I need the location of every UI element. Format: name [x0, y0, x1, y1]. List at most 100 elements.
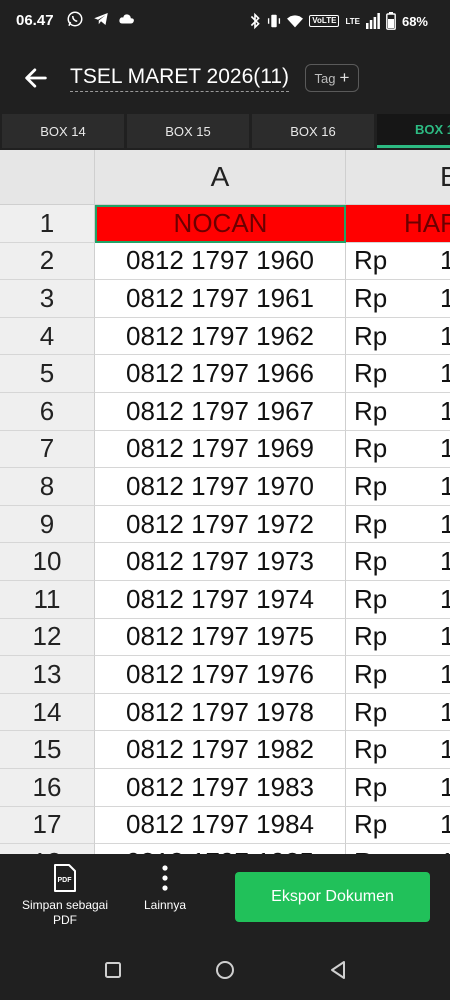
table-row: 14 0812 1797 1978 Rp 1	[0, 693, 450, 732]
table-row: 15 0812 1797 1982 Rp 1	[0, 731, 450, 769]
back-arrow-icon[interactable]	[22, 64, 50, 92]
back-nav-icon[interactable]	[326, 958, 350, 982]
row-number[interactable]: 1	[0, 205, 95, 243]
cell-nocan[interactable]: 0812 1797 1983	[95, 769, 346, 807]
svg-text:PDF: PDF	[58, 877, 73, 884]
cell-nocan[interactable]: 0812 1797 1960	[95, 242, 346, 281]
cell-nocan[interactable]: 0812 1797 1962	[95, 317, 346, 356]
currency-label: Rp	[354, 245, 388, 276]
cell-nocan-header[interactable]: NOCAN	[95, 205, 346, 243]
cell-harga[interactable]: Rp 1	[346, 243, 450, 281]
price-value: 1	[440, 395, 450, 426]
table-row: 180812 1797 1985 Rp 1	[0, 844, 450, 854]
cell-nocan[interactable]: 0812 1797 1972	[95, 505, 346, 544]
cell-nocan[interactable]: 0812 1797 1970	[95, 468, 346, 506]
cell-nocan[interactable]: 0812 1797 1985	[95, 844, 346, 854]
cell-harga[interactable]: Rp 1	[346, 355, 450, 393]
bottom-toolbar: PDF Simpan sebagai PDF Lainnya Ekspor Do…	[0, 854, 450, 938]
cell-nocan[interactable]: 0812 1797 1973	[95, 543, 346, 581]
cell-harga[interactable]: Rp 1	[346, 844, 450, 854]
cell-harga[interactable]: Rp 1	[346, 318, 450, 356]
tag-label: Tag	[314, 70, 336, 86]
home-icon[interactable]	[213, 958, 237, 982]
cell-nocan[interactable]: 0812 1797 1982	[95, 731, 346, 769]
currency-label: Rp	[354, 546, 388, 577]
notification-icons	[66, 10, 136, 28]
cell-har-header[interactable]: HAR	[346, 205, 450, 243]
spreadsheet-grid[interactable]: A B 1 NOCAN HAR 2 0812 1797 1960 Rp 1 3 0812 …	[0, 150, 450, 854]
tab-box-16[interactable]: BOX 16	[252, 114, 374, 148]
price-value: 1	[440, 658, 450, 689]
lte-label: LTE	[345, 16, 360, 26]
tab-label: BOX 14	[40, 123, 86, 139]
cell-nocan[interactable]: 0812 1797 1966	[95, 355, 346, 393]
row-number[interactable]: 9	[0, 505, 95, 544]
status-time: 06.47	[16, 12, 54, 29]
tab-box-14[interactable]: BOX 14	[2, 114, 124, 148]
row-number[interactable]: 17	[0, 806, 95, 845]
row-number[interactable]: 14	[0, 693, 95, 732]
column-header-b[interactable]: B	[346, 150, 450, 205]
currency-label: Rp	[354, 433, 388, 464]
cell-nocan[interactable]: 0812 1797 1978	[95, 693, 346, 732]
save-as-pdf-button[interactable]: PDF Simpan sebagai PDF	[16, 864, 114, 934]
more-button[interactable]: Lainnya	[130, 864, 200, 924]
cell-harga[interactable]: Rp 1	[346, 581, 450, 619]
row-number[interactable]: 16	[0, 769, 95, 807]
cell-harga[interactable]: Rp 1	[346, 769, 450, 807]
cell-nocan[interactable]: 0812 1797 1961	[95, 280, 346, 318]
cell-nocan[interactable]: 0812 1797 1976	[95, 656, 346, 694]
row-number[interactable]: 15	[0, 731, 95, 769]
tag-button[interactable]: Tag +	[305, 64, 359, 92]
cell-nocan[interactable]: 0812 1797 1984	[95, 806, 346, 845]
table-row: 16 0812 1797 1983 Rp 1	[0, 769, 450, 807]
tab-box-active[interactable]: BOX 1	[377, 114, 450, 148]
status-bar: 06.47 VoLTE LTE 68%	[0, 0, 450, 44]
cell-harga[interactable]: Rp 1	[346, 468, 450, 506]
table-row: 12 0812 1797 1975 Rp 1	[0, 618, 450, 657]
row-number[interactable]: 12	[0, 618, 95, 657]
cell-harga[interactable]: Rp 1	[346, 431, 450, 469]
export-document-button[interactable]: Ekspor Dokumen	[235, 872, 430, 922]
row-number[interactable]: 5	[0, 355, 95, 393]
price-value: 1	[440, 847, 450, 854]
table-row: 5 0812 1797 1966 Rp 1	[0, 355, 450, 393]
row-number[interactable]: 13	[0, 656, 95, 694]
tab-label: BOX 15	[165, 123, 211, 139]
row-number[interactable]: 11	[0, 581, 95, 619]
cell-nocan[interactable]: 0812 1797 1969	[95, 430, 346, 469]
cell-nocan[interactable]: 0812 1797 1967	[95, 393, 346, 431]
price-value: 1	[440, 734, 450, 765]
cell-harga[interactable]: Rp 1	[346, 619, 450, 657]
row-number[interactable]: 10	[0, 543, 95, 581]
bluetooth-icon	[251, 12, 261, 30]
tab-box-15[interactable]: BOX 15	[127, 114, 249, 148]
price-value: 1	[440, 433, 450, 464]
currency-label: Rp	[354, 847, 387, 854]
cell-harga[interactable]: Rp 1	[346, 280, 450, 318]
row-number[interactable]: 6	[0, 393, 95, 431]
column-header-a[interactable]: A	[95, 150, 346, 205]
cell-harga[interactable]: Rp 1	[346, 694, 450, 732]
cell-nocan[interactable]: 0812 1797 1975	[95, 618, 346, 657]
cell-harga[interactable]: Rp 1	[346, 656, 450, 694]
cell-harga[interactable]: Rp 1	[346, 506, 450, 544]
table-row: 17 0812 1797 1984 Rp 1	[0, 806, 450, 845]
cell-nocan[interactable]: 0812 1797 1974	[95, 581, 346, 619]
row-number[interactable]: 4	[0, 317, 95, 356]
document-title[interactable]: TSEL MARET 2026(11)	[70, 65, 290, 92]
grid-corner[interactable]	[0, 150, 95, 205]
row-number[interactable]: 8	[0, 468, 95, 506]
cell-harga[interactable]: Rp 1	[346, 543, 450, 581]
row-number[interactable]: 3	[0, 280, 95, 318]
app-bar: TSEL MARET 2026(11) Tag +	[0, 44, 450, 114]
cell-harga[interactable]: Rp 1	[346, 731, 450, 769]
cell-harga[interactable]: Rp 1	[346, 393, 450, 431]
cell-harga[interactable]: Rp 1	[346, 807, 450, 845]
table-row: 11 0812 1797 1974 Rp 1	[0, 581, 450, 619]
currency-label: Rp	[354, 734, 388, 765]
row-number[interactable]: 2	[0, 242, 95, 281]
row-number[interactable]: 7	[0, 430, 95, 469]
recents-icon[interactable]	[101, 958, 125, 982]
row-number[interactable]: 18	[0, 844, 95, 854]
